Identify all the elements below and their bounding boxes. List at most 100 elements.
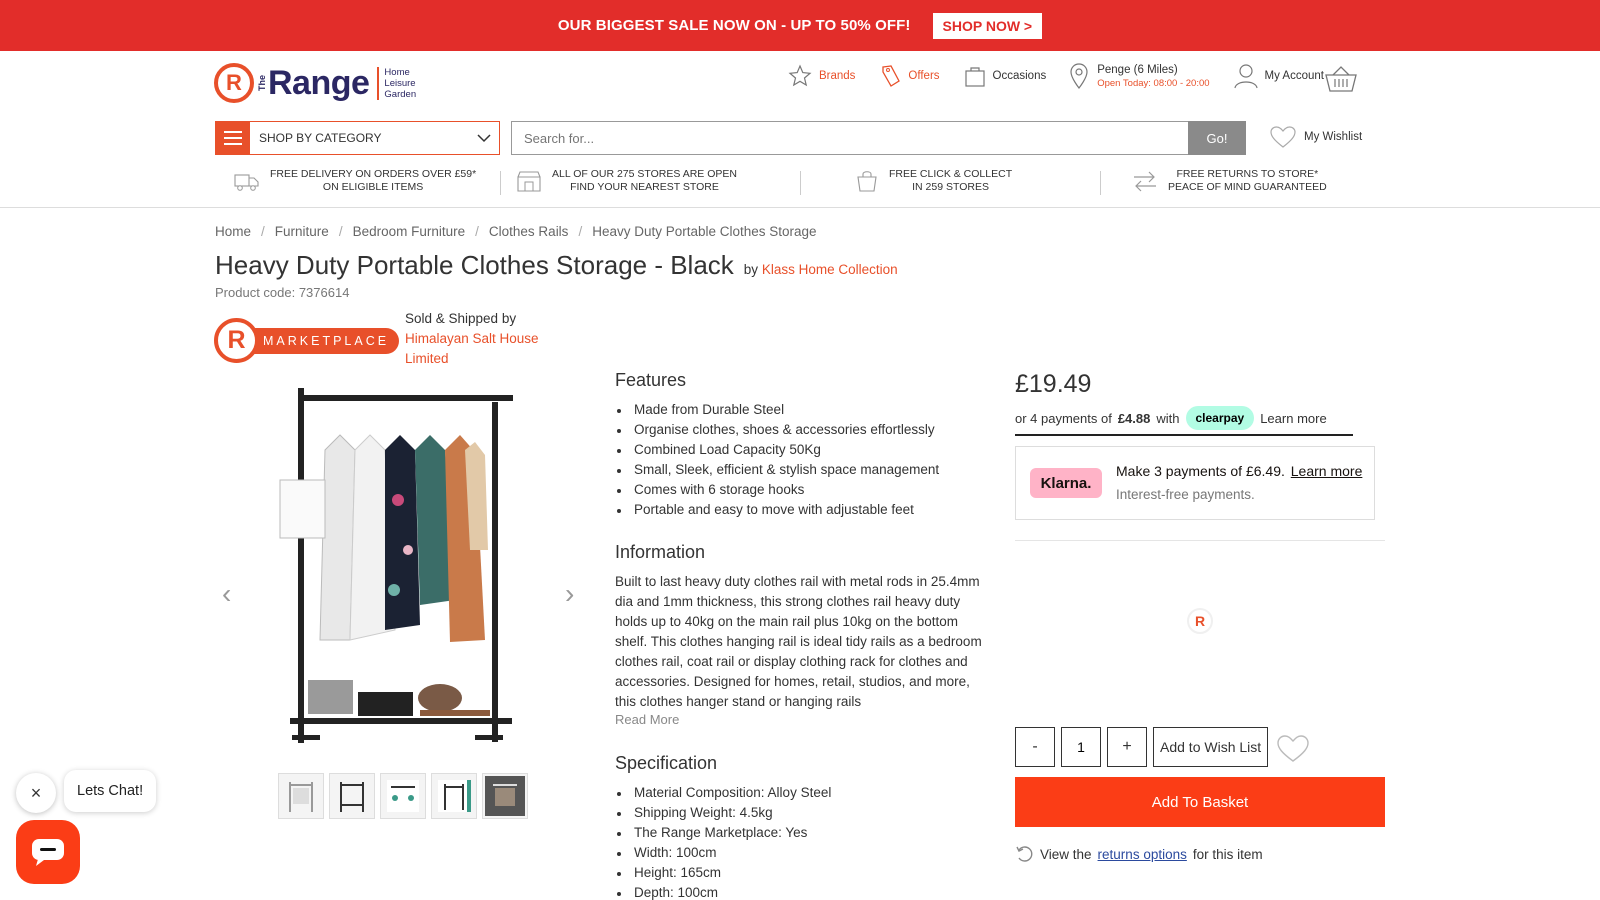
usp-returns-line2: PEACE OF MIND GUARANTEED xyxy=(1168,181,1327,193)
returns-icon xyxy=(1016,846,1033,862)
usp-divider xyxy=(500,171,501,195)
returns-options-link[interactable]: returns options xyxy=(1098,847,1187,862)
store-locator[interactable]: Penge (6 Miles) Open Today: 08:00 - 20:0… xyxy=(1070,63,1210,89)
usp-returns[interactable]: FREE RETURNS TO STORE* PEACE OF MIND GUAR… xyxy=(1132,168,1327,194)
product-brand-line: by Klass Home Collection xyxy=(744,262,898,277)
clearpay-info: or 4 payments of £4.88 with clearpay Lea… xyxy=(1015,402,1353,436)
logo-tag-leisure: Leisure xyxy=(384,77,416,89)
thumbnail[interactable] xyxy=(329,773,375,819)
header-links: Brands Offers Occasions Penge (6 Miles) … xyxy=(788,63,1324,89)
klarna-box: Klarna. Make 3 payments of £6.49. Learn … xyxy=(1015,446,1375,520)
offers-label: Offers xyxy=(908,70,940,82)
quantity-decrease-button[interactable]: - xyxy=(1015,727,1055,767)
breadcrumb-home[interactable]: Home xyxy=(215,224,251,239)
information-section: Information Built to last heavy duty clo… xyxy=(615,542,990,727)
klarna-subtext: Interest-free payments. xyxy=(1116,487,1255,502)
shopping-bag-icon xyxy=(857,171,877,192)
usp-stores-text: ALL OF OUR 275 STORES ARE OPEN FIND YOUR … xyxy=(552,168,737,194)
thumbnail[interactable] xyxy=(482,773,528,819)
usp-delivery[interactable]: FREE DELIVERY ON ORDERS OVER £59* ON ELIG… xyxy=(234,168,476,194)
list-item: Height: 165cm xyxy=(615,863,990,883)
chat-greeting[interactable]: Lets Chat! xyxy=(64,770,157,812)
usp-delivery-line1: FREE DELIVERY ON ORDERS OVER £59* xyxy=(270,168,477,180)
usp-bar: FREE DELIVERY ON ORDERS OVER £59* ON ELIG… xyxy=(0,165,1600,208)
chat-launcher-button[interactable] xyxy=(16,820,80,884)
klarna-payments-text: Make 3 payments of £6.49. xyxy=(1116,463,1285,479)
by-text: by xyxy=(743,262,759,277)
quantity-increase-button[interactable]: + xyxy=(1107,727,1147,767)
my-wishlist-link[interactable]: My Wishlist xyxy=(1270,126,1362,148)
breadcrumb-clothes-rails[interactable]: Clothes Rails xyxy=(489,224,569,239)
usp-click-collect-line1: FREE CLICK & COLLECT xyxy=(889,168,1013,180)
brands-link[interactable]: Brands xyxy=(788,64,855,88)
product-gallery: ‹ › xyxy=(215,380,590,760)
logo-tag-garden: Garden xyxy=(384,88,417,100)
read-more-link[interactable]: Read More xyxy=(615,712,990,727)
breadcrumb-separator: / xyxy=(261,224,265,239)
clearpay-with: with xyxy=(1156,410,1180,426)
returns-suffix: for this item xyxy=(1192,846,1263,862)
usp-returns-text: FREE RETURNS TO STORE* PEACE OF MIND GUAR… xyxy=(1168,168,1327,194)
search-row: SHOP BY CATEGORY Go! My Wishlist xyxy=(215,121,1365,155)
thumbnail[interactable] xyxy=(431,773,477,819)
offers-link[interactable]: Offers xyxy=(879,64,940,88)
gallery-prev-arrow[interactable]: ‹ xyxy=(222,578,231,610)
heart-icon xyxy=(1270,126,1296,148)
specification-section: Specification Material Composition: Allo… xyxy=(615,753,990,900)
sold-by-label: Sold & Shipped by xyxy=(405,311,517,326)
search-go-button[interactable]: Go! xyxy=(1188,121,1246,155)
gift-bag-icon xyxy=(964,67,985,87)
product-image[interactable] xyxy=(270,380,530,760)
search-input[interactable] xyxy=(511,121,1189,155)
klarna-learn-more[interactable]: Learn more xyxy=(1291,463,1363,479)
marketplace-logo-mark: R xyxy=(214,318,259,363)
heart-icon[interactable] xyxy=(1277,735,1309,763)
store-info: Penge (6 Miles) Open Today: 08:00 - 20:0… xyxy=(1097,64,1209,89)
clearpay-learn-more[interactable]: Learn more xyxy=(1260,411,1326,426)
usp-click-collect-line2: IN 259 STORES xyxy=(912,181,989,193)
breadcrumb-furniture[interactable]: Furniture xyxy=(275,224,329,239)
basket-button[interactable] xyxy=(1324,65,1358,98)
shop-now-button[interactable]: SHOP NOW > xyxy=(932,12,1043,39)
shop-by-category-button[interactable]: SHOP BY CATEGORY xyxy=(215,121,500,155)
usp-divider xyxy=(1100,171,1101,195)
thumbnail[interactable] xyxy=(278,773,324,819)
features-list: Made from Durable Steel Organise clothes… xyxy=(615,400,990,520)
usp-returns-line1: FREE RETURNS TO STORE* xyxy=(1176,168,1319,180)
seller-link[interactable]: Himalayan Salt House Limited xyxy=(405,329,555,369)
list-item: Made from Durable Steel xyxy=(615,400,990,420)
chat-close-button[interactable]: × xyxy=(16,773,56,813)
site-header: R The Range Home Leisure Garden Brands O… xyxy=(0,51,1600,115)
brand-link[interactable]: Klass Home Collection xyxy=(762,262,898,277)
occasions-link[interactable]: Occasions xyxy=(964,64,1046,88)
site-logo[interactable]: R The Range Home Leisure Garden xyxy=(214,63,416,103)
returns-info: View the returns options for this item xyxy=(1016,845,1263,863)
logo-the: The xyxy=(257,74,267,91)
list-item: Portable and easy to move with adjustabl… xyxy=(615,500,990,520)
list-item: Small, Sleek, efficient & stylish space … xyxy=(615,460,990,480)
promo-banner: OUR BIGGEST SALE NOW ON - UP TO 50% OFF!… xyxy=(0,0,1600,51)
clearpay-logo: clearpay xyxy=(1185,406,1255,430)
logo-tag-home: Home xyxy=(384,66,410,78)
star-icon xyxy=(788,64,812,87)
quantity-input[interactable] xyxy=(1061,727,1101,767)
list-item: Comes with 6 storage hooks xyxy=(615,480,990,500)
account-link[interactable]: My Account xyxy=(1233,63,1324,89)
gallery-next-arrow[interactable]: › xyxy=(565,578,574,610)
add-to-wishlist-button[interactable]: Add to Wish List xyxy=(1153,727,1269,767)
store-name: Penge (6 Miles) xyxy=(1097,63,1178,76)
clearpay-prefix: or 4 payments of xyxy=(1015,410,1112,426)
usp-click-collect[interactable]: FREE CLICK & COLLECT IN 259 STORES xyxy=(855,168,1012,194)
category-label: SHOP BY CATEGORY xyxy=(259,131,382,145)
list-item: Material Composition: Alloy Steel xyxy=(615,783,990,803)
add-to-basket-button[interactable]: Add To Basket xyxy=(1015,777,1385,827)
thumbnail[interactable] xyxy=(380,773,426,819)
usp-delivery-line2: ON ELIGIBLE ITEMS xyxy=(322,181,424,193)
account-label: My Account xyxy=(1264,70,1324,82)
specification-list: Material Composition: Alloy Steel Shippi… xyxy=(615,783,990,900)
usp-stores[interactable]: ALL OF OUR 275 STORES ARE OPEN FIND YOUR … xyxy=(516,168,737,194)
logo-tagline: Home Leisure Garden xyxy=(377,66,417,100)
breadcrumb-bedroom-furniture[interactable]: Bedroom Furniture xyxy=(353,224,466,239)
promo-text: OUR BIGGEST SALE NOW ON - UP TO 50% OFF! xyxy=(557,17,911,34)
returns-prefix: View the xyxy=(1040,846,1092,862)
